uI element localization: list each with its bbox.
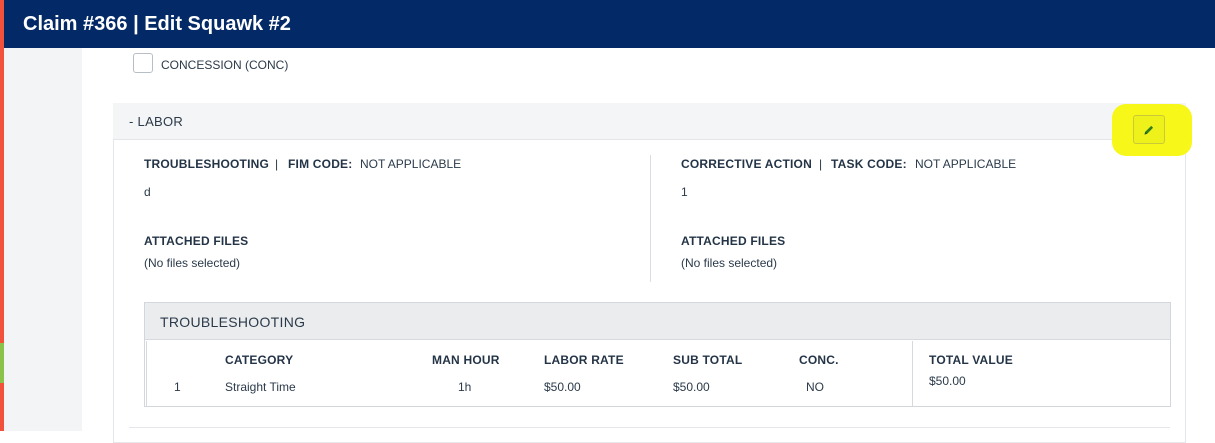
- column-header-man-hour: MAN HOUR: [432, 353, 500, 367]
- pencil-icon: [1144, 125, 1154, 134]
- concession-label: CONCESSION (CONC): [161, 58, 289, 72]
- sidebar: [4, 48, 82, 431]
- corrective-action-files-value: (No files selected): [681, 256, 778, 270]
- column-header-category: CATEGORY: [225, 353, 294, 367]
- row-index: 1: [174, 380, 181, 394]
- troubleshooting-separator: |: [275, 157, 279, 171]
- column-divider: [650, 155, 651, 282]
- task-code-label: TASK CODE:: [831, 157, 907, 171]
- troubleshooting-heading: TROUBLESHOOTING: [144, 157, 269, 171]
- table-total-divider: [912, 341, 913, 406]
- total-value-label: TOTAL VALUE: [929, 353, 1013, 367]
- edit-labor-button[interactable]: [1133, 115, 1165, 144]
- column-header-labor-rate: LABOR RATE: [544, 353, 624, 367]
- corrective-action-separator: |: [819, 157, 823, 171]
- corrective-action-heading: CORRECTIVE ACTION: [681, 157, 812, 171]
- total-value: $50.00: [929, 374, 966, 388]
- troubleshooting-files-value: (No files selected): [144, 256, 241, 270]
- concession-checkbox[interactable]: [133, 53, 153, 73]
- task-code-value: NOT APPLICABLE: [915, 157, 1017, 171]
- page-title: Claim #366 | Edit Squawk #2: [23, 13, 291, 35]
- column-header-conc: CONC.: [799, 353, 839, 367]
- row-man-hour: 1h: [458, 380, 472, 394]
- troubleshooting-table-title: TROUBLESHOOTING: [160, 314, 306, 330]
- corrective-action-text: 1: [681, 185, 688, 199]
- bottom-divider: [129, 427, 1170, 428]
- troubleshooting-text: d: [144, 185, 151, 199]
- row-category: Straight Time: [225, 380, 296, 394]
- row-conc: NO: [806, 380, 824, 394]
- app-header: Claim #366 | Edit Squawk #2: [0, 0, 1215, 48]
- troubleshooting-files-label: ATTACHED FILES: [144, 234, 249, 248]
- table-left-rule: [146, 341, 147, 406]
- column-header-sub-total: SUB TOTAL: [673, 353, 743, 367]
- fim-code-label: FIM CODE:: [288, 157, 353, 171]
- corrective-action-files-label: ATTACHED FILES: [681, 234, 786, 248]
- row-labor-rate: $50.00: [544, 380, 581, 394]
- fim-code-value: NOT APPLICABLE: [360, 157, 462, 171]
- labor-section-title[interactable]: - LABOR: [129, 114, 183, 129]
- row-sub-total: $50.00: [673, 380, 710, 394]
- labor-section-header[interactable]: [113, 103, 1186, 140]
